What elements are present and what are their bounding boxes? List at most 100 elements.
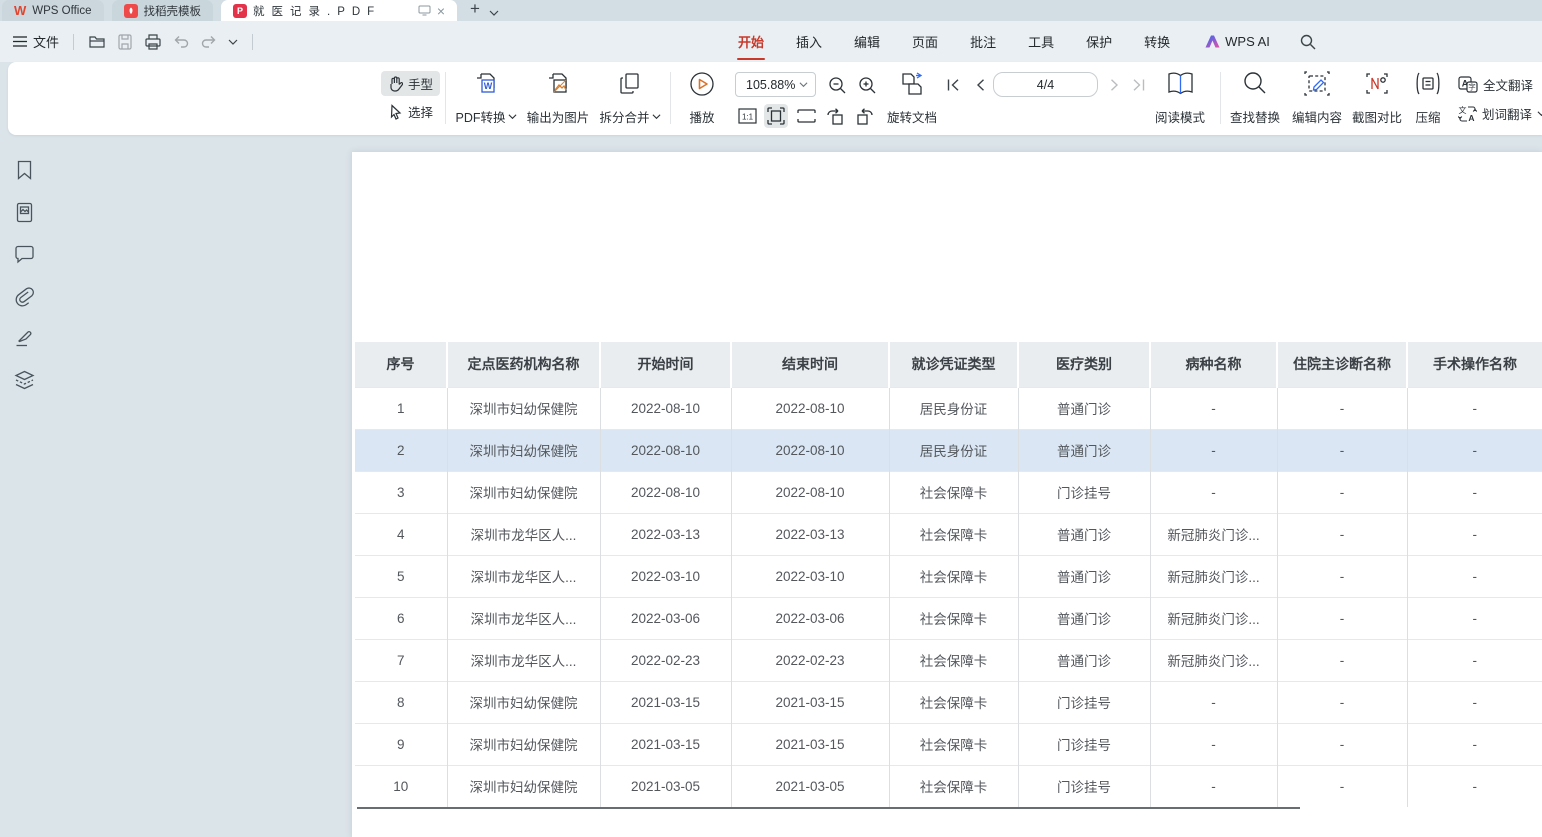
menu-home[interactable]: 开始 — [737, 29, 765, 54]
menu-tools[interactable]: 工具 — [1027, 29, 1055, 54]
zoom-in-button[interactable] — [855, 73, 879, 97]
menu-page[interactable]: 页面 — [911, 29, 939, 54]
table-cell: 2022-03-13 — [731, 513, 889, 555]
open-file-icon[interactable] — [88, 33, 106, 51]
previous-page-button[interactable] — [969, 73, 991, 97]
pdf-convert-button[interactable]: W PDF转换 — [450, 69, 522, 129]
next-page-button[interactable] — [1103, 73, 1125, 97]
zoom-out-icon — [828, 76, 847, 95]
table-cell: 2022-03-10 — [731, 555, 889, 597]
file-menu-label: 文件 — [33, 32, 59, 51]
full-translate-button[interactable]: A字 全文翻译 — [1452, 72, 1539, 97]
table-cell: 深圳市龙华区人... — [447, 597, 600, 639]
menu-protect[interactable]: 保护 — [1085, 29, 1113, 54]
table-cell: 10 — [355, 765, 447, 807]
last-page-button[interactable] — [1127, 73, 1149, 97]
table-cell: 2021-03-15 — [731, 681, 889, 723]
undo-icon[interactable] — [172, 33, 190, 51]
new-tab-button[interactable]: + — [470, 0, 480, 19]
table-cell: - — [1150, 681, 1277, 723]
table-cell: 社会保障卡 — [889, 765, 1018, 807]
fit-page-button[interactable] — [764, 104, 788, 128]
split-merge-icon — [617, 71, 643, 97]
layers-icon[interactable] — [12, 368, 36, 392]
menu-edit[interactable]: 编辑 — [853, 29, 881, 54]
compress-button[interactable]: 压缩 — [1404, 69, 1452, 129]
select-tool-button[interactable]: 选择 — [381, 99, 440, 124]
table-cell: 门诊挂号 — [1018, 681, 1150, 723]
table-cell: 2022-02-23 — [600, 639, 731, 681]
export-image-button[interactable]: 输出为图片 — [522, 69, 594, 129]
comment-icon[interactable] — [12, 242, 36, 266]
undo-redo-chevron-icon[interactable] — [228, 39, 238, 45]
rotate-document-button[interactable]: 旋转文档 — [880, 69, 944, 129]
table-header-row: 序号 定点医药机构名称 开始时间 结束时间 就诊凭证类型 医疗类别 病种名称 住… — [355, 342, 1542, 387]
close-tab-icon[interactable]: × — [437, 4, 445, 18]
page-number-input[interactable]: 4/4 — [993, 72, 1098, 97]
menu-comment[interactable]: 批注 — [969, 29, 997, 54]
bookmark-icon[interactable] — [12, 158, 36, 182]
svg-text:文: 文 — [1459, 105, 1467, 115]
rotate-right-button[interactable] — [852, 104, 876, 128]
svg-text:字: 字 — [1468, 82, 1476, 92]
docer-icon — [124, 4, 138, 18]
fit-width-button[interactable] — [794, 104, 818, 128]
table-row: 2深圳市妇幼保健院2022-08-102022-08-10居民身份证普通门诊--… — [355, 429, 1542, 471]
rotate-right-icon — [855, 108, 874, 125]
save-icon[interactable] — [116, 33, 134, 51]
zoom-in-icon — [858, 76, 877, 95]
table-cell: 深圳市妇幼保健院 — [447, 387, 600, 429]
find-replace-button[interactable]: 查找替换 — [1226, 69, 1284, 129]
page-indicator-value: 4/4 — [1037, 78, 1054, 92]
print-icon[interactable] — [144, 33, 162, 51]
zoom-out-button[interactable] — [825, 73, 849, 97]
rotate-left-button[interactable] — [823, 104, 847, 128]
pdf-convert-label: PDF转换 — [455, 107, 505, 126]
tab-document-active[interactable]: P 就医记录.PDF × — [221, 0, 457, 21]
screenshot-compare-button[interactable]: 截图对比 — [1348, 69, 1406, 129]
menu-convert[interactable]: 转换 — [1143, 29, 1171, 54]
ribbon-search-icon[interactable] — [1300, 34, 1316, 50]
rotate-left-icon — [826, 108, 845, 125]
play-button[interactable]: 播放 — [668, 69, 736, 129]
table-cell: 社会保障卡 — [889, 681, 1018, 723]
edit-content-button[interactable]: 编辑内容 — [1288, 69, 1346, 129]
tab-docer-templates[interactable]: 找稻壳模板 — [112, 0, 214, 21]
table-cell: 2022-03-06 — [731, 597, 889, 639]
thumbnail-icon[interactable] — [12, 200, 36, 224]
table-cell: - — [1407, 723, 1542, 765]
col-header-disease-name: 病种名称 — [1150, 342, 1277, 387]
redo-icon[interactable] — [200, 33, 218, 51]
table-cell: - — [1277, 723, 1407, 765]
table-cell: - — [1277, 555, 1407, 597]
table-cell: 普通门诊 — [1018, 639, 1150, 681]
quick-access-toolbar: 文件 — [0, 32, 257, 51]
hand-tool-button[interactable]: 手型 — [381, 71, 440, 96]
col-header-institution: 定点医药机构名称 — [447, 342, 600, 387]
file-menu-button[interactable]: 文件 — [13, 32, 59, 51]
table-cell: - — [1277, 387, 1407, 429]
svg-text:A: A — [1468, 113, 1474, 123]
open-book-icon — [1167, 71, 1194, 96]
attachment-icon[interactable] — [12, 284, 36, 308]
wps-ai-button[interactable]: WPS AI — [1205, 34, 1270, 49]
divider — [1220, 72, 1221, 124]
first-page-button[interactable] — [942, 73, 964, 97]
chevron-down-icon — [508, 112, 517, 121]
table-cell: 新冠肺炎门诊... — [1150, 513, 1277, 555]
table-cell: - — [1277, 639, 1407, 681]
read-mode-button[interactable]: 阅读模式 — [1150, 69, 1210, 129]
tab-wps-office[interactable]: W WPS Office — [2, 0, 104, 21]
menu-insert[interactable]: 插入 — [795, 29, 823, 54]
table-cell: 社会保障卡 — [889, 639, 1018, 681]
actual-size-button[interactable]: 1:1 — [735, 104, 759, 128]
split-merge-button[interactable]: 拆分合并 — [594, 69, 666, 129]
screen-share-icon[interactable] — [418, 5, 431, 16]
table-cell: - — [1407, 555, 1542, 597]
signature-icon[interactable] — [12, 326, 36, 350]
tab-list-chevron-icon[interactable] — [489, 10, 499, 16]
col-header-credential-type: 就诊凭证类型 — [889, 342, 1018, 387]
table-cell: 普通门诊 — [1018, 387, 1150, 429]
zoom-level-select[interactable]: 105.88% — [735, 72, 816, 97]
word-translate-button[interactable]: 文A 划词翻译 — [1452, 101, 1542, 126]
